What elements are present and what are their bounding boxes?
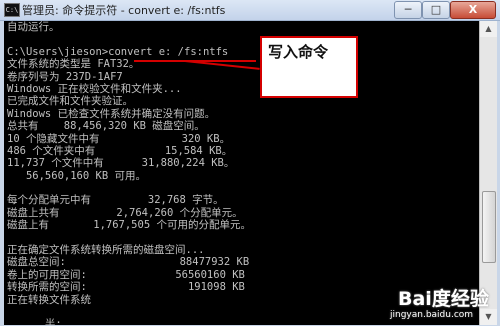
console-line: 卷序列号为 237D-1AF7: [7, 70, 123, 83]
minimize-button[interactable]: ─: [394, 1, 422, 19]
close-button[interactable]: X: [450, 1, 496, 19]
vertical-scrollbar[interactable]: ▲ ▼: [479, 21, 497, 325]
watermark-logo: Bai度经验: [398, 288, 489, 310]
scrollbar-thumb[interactable]: [482, 191, 496, 263]
console-line: 磁盘上有 1,767,505 个可用的分配单元。: [7, 219, 251, 232]
cmd-app-icon[interactable]: C:\: [4, 3, 20, 17]
console-line: 自动运行。: [7, 21, 60, 33]
console-line: 磁盘上共有 2,764,260 个分配单元。: [7, 206, 243, 219]
command-prompt-window: C:\ 管理员: 命令提示符 - convert e: /fs:ntfs ─ □…: [0, 0, 500, 326]
console-line: 已完成文件和文件夹验证。: [7, 95, 133, 108]
maximize-button[interactable]: □: [422, 1, 450, 19]
console-line: 56,560,160 KB 可用。: [7, 169, 146, 182]
scroll-up-icon[interactable]: ▲: [480, 21, 497, 37]
window-title: 管理员: 命令提示符 - convert e: /fs:ntfs: [22, 4, 226, 17]
console-line: 磁盘总空间: 88477932 KB: [7, 256, 250, 269]
watermark-url: jingyan.baidu.com: [390, 310, 474, 320]
baidu-jingyan-watermark: Bai度经验 jingyan.baidu.com: [390, 284, 490, 324]
console-line: Windows 已检查文件系统并确定没有问题。: [7, 107, 216, 120]
console-line: 每个分配单元中有 32,768 字节。: [7, 194, 224, 207]
annotation-callout: 写入命令: [260, 36, 358, 98]
console-command-line: C:\Users\jieson>convert e: /fs:ntfs: [7, 45, 229, 58]
title-bar[interactable]: C:\ 管理员: 命令提示符 - convert e: /fs:ntfs ─ □…: [0, 0, 500, 21]
console-line: 总共有 88,456,320 KB 磁盘空间。: [7, 120, 205, 133]
console-line: 11,737 个文件中有 31,880,224 KB。: [7, 157, 235, 170]
console-line: 10 个隐藏文件中有 320 KB。: [7, 132, 231, 145]
console-line: 正在确定文件系统转换所需的磁盘空间...: [7, 244, 205, 257]
console-line: 486 个文件夹中有 15,584 KB。: [7, 144, 233, 157]
annotation-text: 写入命令: [268, 43, 329, 61]
console-line: 卷上的可用空间: 56560160 KB: [7, 268, 245, 281]
console-line: Windows 正在校验文件和文件夹...: [7, 82, 182, 95]
